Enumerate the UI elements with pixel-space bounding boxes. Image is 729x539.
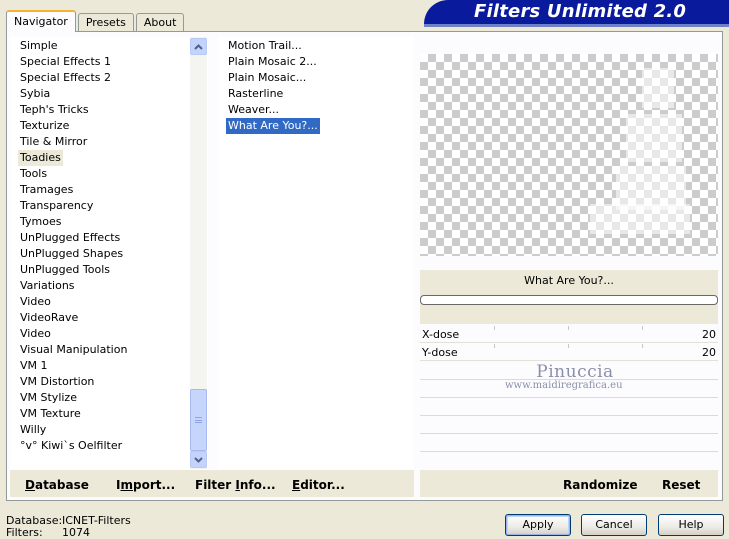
param-label: X-dose bbox=[422, 328, 460, 341]
cancel-button[interactable]: Cancel bbox=[581, 514, 647, 536]
banner-stripe bbox=[424, 24, 729, 27]
label: Filter bbox=[195, 478, 236, 492]
help-button[interactable]: Help bbox=[658, 514, 724, 536]
category-item[interactable]: Texturize bbox=[18, 118, 71, 134]
category-scrollbar[interactable] bbox=[190, 37, 207, 469]
param-label: Y-dose bbox=[422, 346, 458, 359]
category-item[interactable]: VM Distortion bbox=[18, 374, 96, 390]
scroll-down-button[interactable] bbox=[190, 451, 207, 468]
apply-button[interactable]: Apply bbox=[505, 514, 571, 536]
status-label: Filters: bbox=[6, 526, 43, 539]
label: atabase bbox=[34, 478, 89, 492]
category-item[interactable]: Sybia bbox=[18, 86, 52, 102]
category-item[interactable]: UnPlugged Effects bbox=[18, 230, 122, 246]
param-row-empty bbox=[420, 434, 718, 452]
grip-icon bbox=[195, 417, 202, 423]
category-item[interactable]: VideoRave bbox=[18, 310, 80, 326]
watermark-url: www.maidiregrafica.eu bbox=[505, 380, 623, 391]
param-row-empty bbox=[420, 398, 718, 416]
scroll-up-button[interactable] bbox=[190, 38, 207, 55]
param-value: 20 bbox=[702, 346, 716, 359]
filter-item[interactable]: Plain Mosaic... bbox=[226, 70, 308, 86]
param-row-x-dose[interactable]: X-dose 20 bbox=[420, 326, 718, 343]
category-item[interactable]: VM Texture bbox=[18, 406, 83, 422]
category-item[interactable]: UnPlugged Tools bbox=[18, 262, 112, 278]
tab-strip: Navigator Presets About bbox=[6, 10, 186, 32]
param-row-empty bbox=[420, 452, 718, 470]
category-item[interactable]: Toadies bbox=[18, 150, 63, 166]
category-item[interactable]: Special Effects 1 bbox=[18, 54, 113, 70]
preview-filter-name: What Are You?... bbox=[524, 274, 614, 287]
category-item[interactable]: VM 1 bbox=[18, 358, 50, 374]
label: ditor... bbox=[300, 478, 345, 492]
mnemonic: m bbox=[120, 478, 133, 492]
category-item[interactable]: Video bbox=[18, 326, 53, 342]
category-item[interactable]: Tymoes bbox=[18, 214, 63, 230]
category-item[interactable]: Willy bbox=[18, 422, 48, 438]
filter-info-button[interactable]: Filter Info... bbox=[195, 478, 276, 492]
category-item[interactable]: Special Effects 2 bbox=[18, 70, 113, 86]
preview-shape bbox=[626, 114, 682, 162]
watermark: Pinuccia www.maidiregrafica.eu bbox=[505, 362, 645, 391]
label: port... bbox=[132, 478, 176, 492]
status-filters: Filters: 1074 bbox=[6, 526, 90, 539]
category-item[interactable]: Tramages bbox=[18, 182, 75, 198]
mnemonic: D bbox=[25, 478, 35, 492]
param-row-y-dose[interactable]: Y-dose 20 bbox=[420, 344, 718, 361]
randomize-button[interactable]: Randomize bbox=[563, 478, 637, 492]
category-item[interactable]: VM Stylize bbox=[18, 390, 79, 406]
category-list[interactable]: Simple Special Effects 1 Special Effects 2… bbox=[10, 37, 208, 469]
category-item[interactable]: Video bbox=[18, 294, 53, 310]
filter-item[interactable]: Rasterline bbox=[226, 86, 285, 102]
preview-canvas bbox=[420, 54, 718, 256]
filter-item[interactable]: Weaver... bbox=[226, 102, 281, 118]
tab-presets[interactable]: Presets bbox=[77, 13, 134, 32]
filter-item[interactable]: Motion Trail... bbox=[226, 38, 304, 54]
editor-button[interactable]: Editor... bbox=[292, 478, 345, 492]
category-item[interactable]: Transparency bbox=[18, 198, 95, 214]
mnemonic: E bbox=[292, 478, 301, 492]
category-item[interactable]: Simple bbox=[18, 38, 60, 54]
import-button[interactable]: Import... bbox=[116, 478, 175, 492]
app-banner: Filters Unlimited 2.0 bbox=[424, 0, 729, 24]
tab-navigator[interactable]: Navigator bbox=[6, 10, 76, 32]
scroll-thumb[interactable] bbox=[190, 389, 207, 451]
database-button[interactable]: Database bbox=[25, 478, 89, 492]
label: nfo... bbox=[239, 478, 276, 492]
progress-bar bbox=[420, 295, 718, 305]
param-row-empty bbox=[420, 416, 718, 434]
chevron-up-icon bbox=[194, 43, 203, 50]
reset-button[interactable]: Reset bbox=[662, 478, 700, 492]
filter-item[interactable]: Plain Mosaic 2... bbox=[226, 54, 319, 70]
filter-list[interactable]: Motion Trail... Plain Mosaic 2... Plain Mo… bbox=[218, 37, 414, 469]
watermark-name: Pinuccia bbox=[536, 362, 614, 382]
category-item[interactable]: Teph's Tricks bbox=[18, 102, 91, 118]
category-item[interactable]: UnPlugged Shapes bbox=[18, 246, 125, 262]
category-item[interactable]: Variations bbox=[18, 278, 77, 294]
tab-about[interactable]: About bbox=[135, 13, 185, 32]
status-value: 1074 bbox=[62, 526, 90, 539]
category-item[interactable]: °v° Kiwi`s Oelfilter bbox=[18, 438, 124, 454]
category-item[interactable]: Visual Manipulation bbox=[18, 342, 129, 358]
param-value: 20 bbox=[702, 328, 716, 341]
preview-shape bbox=[590, 204, 690, 234]
preview-shape bbox=[642, 68, 674, 108]
category-item[interactable]: Tools bbox=[18, 166, 49, 182]
filter-item[interactable]: What Are You?... bbox=[226, 118, 320, 134]
chevron-down-icon bbox=[194, 456, 203, 463]
category-item[interactable]: Tile & Mirror bbox=[18, 134, 89, 150]
